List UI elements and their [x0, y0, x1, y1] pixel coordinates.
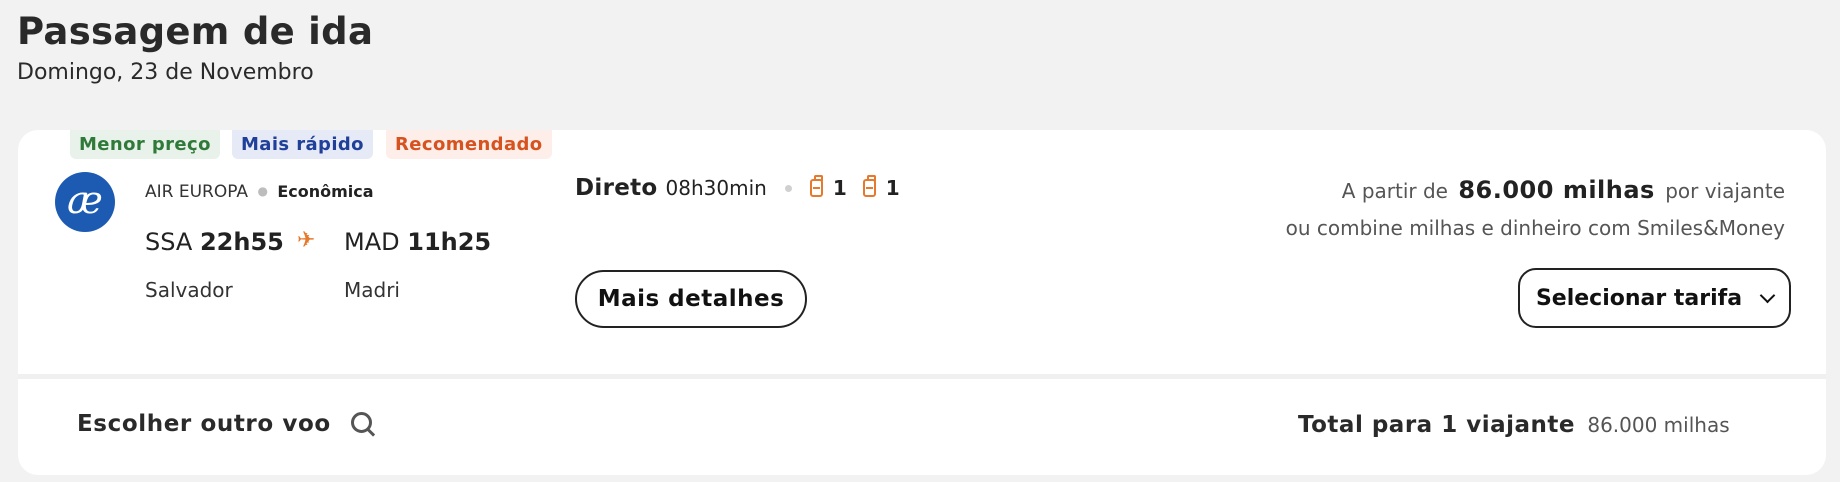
price-alt-text: ou combine milhas e dinheiro com Smiles&…	[1285, 216, 1785, 240]
origin-city: Salvador	[145, 278, 233, 302]
select-fare-button[interactable]: Selecionar tarifa	[1518, 268, 1791, 328]
backpack-icon	[809, 175, 823, 197]
badge-fastest: Mais rápido	[232, 130, 373, 159]
airline-name: AIR EUROPA	[145, 182, 249, 202]
select-fare-label: Selecionar tarifa	[1535, 285, 1743, 311]
chevron-down-icon	[1759, 287, 1776, 303]
destination-city: Madri	[344, 278, 400, 302]
separator-dot: ●	[257, 184, 268, 198]
choose-other-flight-label: Escolher outro voo	[77, 411, 331, 437]
price-suffix: por viajante	[1665, 179, 1785, 203]
airline-info: AIR EUROPA ● Econômica	[145, 182, 374, 202]
total-value: 86.000 milhas	[1587, 413, 1730, 437]
stops-label: Direto	[575, 175, 658, 201]
origin: SSA 22h55	[145, 228, 284, 256]
separator-dot	[784, 184, 792, 192]
price-line: A partir de 86.000 milhas por viajante	[1342, 176, 1785, 204]
suitcase-icon	[862, 175, 876, 197]
checked-bag-count: 1	[885, 176, 900, 200]
price-prefix: A partir de	[1341, 179, 1448, 203]
search-icon	[349, 410, 377, 438]
duration: 08h30min	[665, 176, 767, 200]
origin-time: 22h55	[199, 228, 284, 256]
origin-code: SSA	[145, 228, 193, 256]
carry-on-count: 1	[832, 176, 847, 200]
flight-info: Direto 08h30min 1 1	[575, 175, 916, 201]
cabin-class: Econômica	[277, 182, 374, 201]
divider	[18, 374, 1826, 379]
flight-card: Menor preço Mais rápido Recomendado æ AI…	[18, 130, 1826, 475]
badge-recommended: Recomendado	[386, 130, 552, 159]
badge-cheapest: Menor preço	[70, 130, 220, 159]
page-title: Passagem de ida	[17, 10, 374, 53]
page-subtitle: Domingo, 23 de Novembro	[17, 60, 314, 85]
more-details-button[interactable]: Mais detalhes	[575, 270, 807, 328]
plane-icon: ✈	[297, 228, 316, 253]
airline-logo: æ	[55, 172, 115, 232]
choose-other-flight-link[interactable]: Escolher outro voo	[77, 410, 377, 438]
destination-time: 11h25	[407, 228, 492, 256]
destination-code: MAD	[344, 228, 400, 256]
total-label: Total para 1 viajante	[1298, 412, 1575, 438]
destination: MAD 11h25	[344, 228, 491, 256]
price-amount: 86.000 milhas	[1458, 176, 1655, 204]
total: Total para 1 viajante 86.000 milhas	[1298, 412, 1730, 438]
